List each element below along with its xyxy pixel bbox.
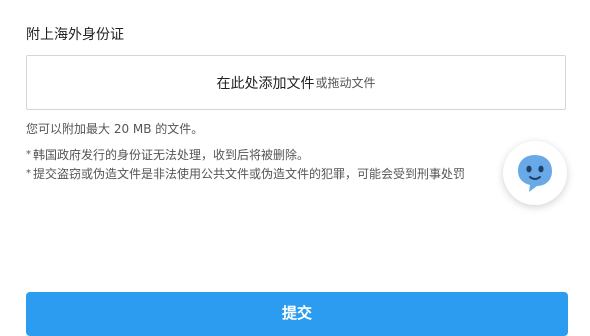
file-size-limit-note: 您可以附加最大 20 MB 的文件。	[26, 122, 204, 136]
notice-marker: *	[26, 149, 31, 160]
file-dropzone[interactable]: 在此处添加文件 或拖动文件	[26, 55, 566, 110]
drag-file-label: 或拖动文件	[315, 76, 376, 90]
notice-text: 提交盗窃或伪造文件是非法使用公共文件或伪造文件的犯罪，可能会受到刑事处罚	[33, 167, 466, 181]
add-file-label[interactable]: 在此处添加文件	[216, 73, 314, 93]
upload-section-title: 附上海外身份证	[26, 27, 124, 43]
notice-item: * 提交盗窃或伪造文件是非法使用公共文件或伪造文件的犯罪，可能会受到刑事处罚	[26, 166, 465, 182]
notice-marker: *	[26, 168, 31, 179]
chatbot-button[interactable]	[503, 141, 567, 205]
chatbot-face-icon	[518, 155, 552, 192]
notice-item: * 韩国政府发行的身份证无法处理，收到后将被删除。	[26, 147, 309, 163]
submit-button[interactable]: 提交	[26, 292, 568, 336]
notice-text: 韩国政府发行的身份证无法处理，收到后将被删除。	[33, 148, 310, 162]
